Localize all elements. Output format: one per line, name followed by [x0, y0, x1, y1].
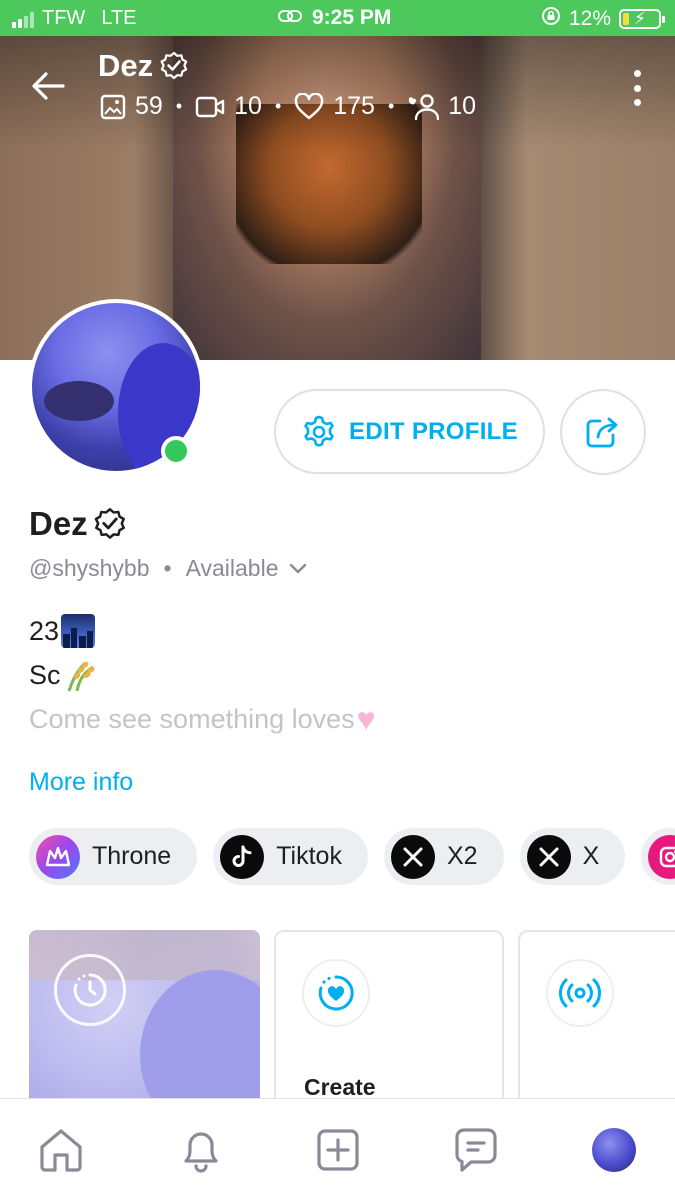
share-button[interactable]: [560, 389, 646, 475]
broadcast-icon: [546, 959, 614, 1027]
arrow-left-icon: [32, 72, 65, 100]
nav-home[interactable]: [36, 1125, 86, 1175]
home-icon: [40, 1129, 82, 1172]
network-label: LTE: [101, 7, 137, 29]
status-bar: TFW LTE 9:25 PM 12% ⚡: [0, 0, 675, 36]
bell-icon: [184, 1132, 218, 1173]
rice-emoji-icon: [63, 657, 99, 693]
link-chip-instagram[interactable]: [641, 828, 675, 885]
photos-stat[interactable]: 59: [100, 92, 163, 121]
create-label: Create: [304, 1074, 376, 1100]
subscribers-stat: 10: [407, 92, 476, 121]
carrier-label: TFW: [42, 7, 86, 29]
tiktok-icon: [220, 834, 265, 879]
link-icon: [278, 6, 302, 30]
battery-percent: 12%: [568, 7, 611, 30]
throne-icon: [36, 834, 80, 879]
bio-line-1: 23: [29, 615, 60, 646]
social-links: Throne Tiktok X2 X: [29, 828, 675, 885]
create-card[interactable]: Create: [274, 930, 504, 1120]
header-name: Dez: [98, 48, 189, 84]
bio: 23 Sc Come see something loves ♥: [29, 609, 376, 741]
nav-profile[interactable]: [589, 1125, 639, 1175]
x-icon: [526, 834, 571, 879]
online-indicator: [161, 436, 191, 466]
likes-stat: 175: [294, 92, 375, 121]
night-city-emoji-icon: [61, 614, 96, 648]
nav-new-post[interactable]: [313, 1125, 363, 1175]
edit-profile-button[interactable]: EDIT PROFILE: [274, 389, 545, 474]
x-icon: [390, 834, 435, 879]
live-card[interactable]: [518, 930, 675, 1120]
verified-icon: [94, 508, 125, 539]
nav-notifications[interactable]: [176, 1125, 226, 1175]
nav-messages[interactable]: [451, 1125, 501, 1175]
more-options-button[interactable]: [627, 70, 647, 106]
message-icon: [455, 1128, 497, 1172]
clock: 9:25 PM: [312, 6, 392, 29]
battery-icon: ⚡: [619, 9, 665, 29]
profile-avatar: [592, 1128, 636, 1172]
gear-icon: [304, 415, 334, 447]
link-chip-tiktok[interactable]: Tiktok: [213, 828, 368, 885]
profile-handle: @shyshybb: [29, 555, 150, 581]
story-heart-icon: [302, 959, 370, 1027]
timer-icon: [54, 954, 126, 1026]
link-chip-x[interactable]: X: [519, 828, 626, 885]
image-icon: [100, 94, 126, 119]
heart-icon: [294, 93, 324, 120]
header-stats: 59 • 10 • 175 • 10: [100, 92, 476, 121]
bio-line-2: Sc: [29, 659, 61, 690]
video-icon: [195, 96, 225, 117]
bottom-nav: [0, 1098, 675, 1200]
link-chip-x2[interactable]: X2: [383, 828, 504, 885]
profile-name: Dez: [29, 505, 127, 543]
videos-stat[interactable]: 10: [195, 92, 262, 121]
signal-icon: [12, 10, 34, 28]
story-card[interactable]: [29, 930, 260, 1110]
more-info-link[interactable]: More info: [29, 768, 133, 797]
availability-dropdown[interactable]: Available: [186, 555, 307, 582]
handle-row: @shyshybb • Available: [29, 555, 307, 582]
link-chip-throne[interactable]: Throne: [29, 828, 198, 885]
orientation-lock-icon: [541, 6, 561, 32]
instagram-icon: [648, 834, 675, 879]
share-icon: [586, 417, 618, 448]
verified-icon: [160, 51, 188, 80]
fans-icon: [409, 93, 440, 120]
back-button[interactable]: [28, 66, 68, 106]
chevron-down-icon: [289, 563, 306, 573]
plus-square-icon: [317, 1129, 359, 1171]
